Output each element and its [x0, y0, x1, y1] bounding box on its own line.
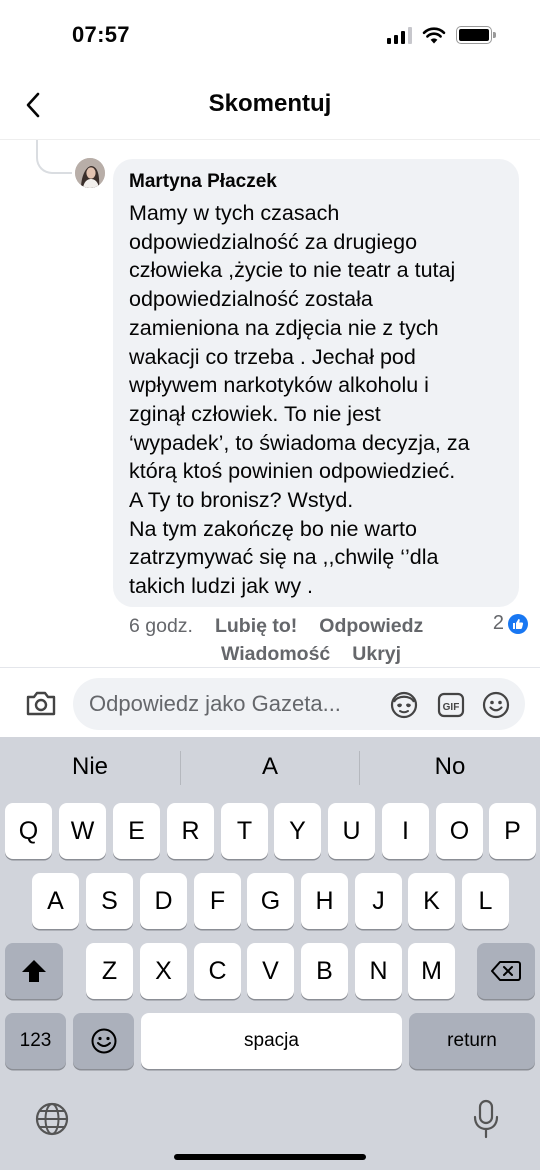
battery-icon [456, 26, 496, 44]
shift-key[interactable] [5, 943, 63, 999]
reply-button[interactable]: Odpowiedz [319, 615, 423, 638]
key-b[interactable]: B [301, 943, 348, 999]
reply-input[interactable]: Odpowiedz jako Gazeta... GIF [73, 678, 525, 730]
key-g[interactable]: G [247, 873, 294, 929]
key-o[interactable]: O [436, 803, 483, 859]
key-k[interactable]: K [408, 873, 455, 929]
space-key[interactable]: spacja [141, 1013, 402, 1069]
key-l[interactable]: L [462, 873, 509, 929]
key-v[interactable]: V [247, 943, 294, 999]
cellular-signal-icon [387, 26, 412, 44]
key-a[interactable]: A [32, 873, 79, 929]
comment-actions: 6 godz. Lubię to! Odpowiedz Wiadomość Uk… [129, 612, 423, 668]
reply-composer: Odpowiedz jako Gazeta... GIF [0, 667, 540, 737]
key-p[interactable]: P [489, 803, 536, 859]
reply-input-placeholder: Odpowiedz jako Gazeta... [89, 691, 341, 716]
key-w[interactable]: W [59, 803, 106, 859]
wifi-icon [422, 27, 446, 44]
hide-button[interactable]: Ukryj [352, 643, 401, 666]
keyboard: Nie A No Q W E R T Y U I O P A S D F G H… [0, 737, 540, 1170]
key-i[interactable]: I [382, 803, 429, 859]
gif-icon[interactable]: GIF [436, 690, 466, 720]
home-indicator [174, 1154, 366, 1160]
key-m[interactable]: M [408, 943, 455, 999]
status-time: 07:57 [72, 22, 130, 47]
key-y[interactable]: Y [274, 803, 321, 859]
microphone-icon[interactable] [472, 1099, 500, 1139]
message-button[interactable]: Wiadomość [221, 643, 330, 666]
key-x[interactable]: X [140, 943, 187, 999]
key-j[interactable]: J [355, 873, 402, 929]
key-e[interactable]: E [113, 803, 160, 859]
camera-icon [26, 691, 56, 716]
key-f[interactable]: F [194, 873, 241, 929]
reaction-summary[interactable]: 2 [493, 612, 528, 635]
status-icons [387, 26, 496, 44]
key-z[interactable]: Z [86, 943, 133, 999]
return-key[interactable]: return [409, 1013, 535, 1069]
key-t[interactable]: T [221, 803, 268, 859]
like-button[interactable]: Lubię to! [215, 615, 297, 638]
emoji-icon[interactable] [481, 690, 511, 720]
camera-button[interactable] [24, 688, 58, 718]
shift-icon [22, 960, 46, 982]
key-s[interactable]: S [86, 873, 133, 929]
key-n[interactable]: N [355, 943, 402, 999]
reaction-count: 2 [492, 612, 504, 634]
emoji-key[interactable] [73, 1013, 134, 1069]
backspace-key[interactable] [477, 943, 535, 999]
key-r[interactable]: R [167, 803, 214, 859]
key-q[interactable]: Q [5, 803, 52, 859]
like-icon [508, 613, 528, 634]
emoji-icon [91, 1028, 116, 1054]
key-d[interactable]: D [140, 873, 187, 929]
key-u[interactable]: U [328, 803, 375, 859]
avatar[interactable] [75, 158, 105, 188]
comment-text: Mamy w tych czasach odpowiedzialność za … [129, 201, 470, 599]
svg-text:GIF: GIF [443, 702, 460, 713]
comment-bubble: Martyna Płaczek Mamy w tych czasach odpo… [113, 159, 519, 607]
page-title: Skomentuj [208, 90, 332, 117]
thread-connector [36, 140, 72, 174]
key-c[interactable]: C [194, 943, 241, 999]
key-h[interactable]: H [301, 873, 348, 929]
suggestion-2[interactable]: A [180, 753, 360, 781]
globe-icon[interactable] [34, 1101, 70, 1137]
suggestion-bar: Nie A No [0, 737, 540, 799]
suggestion-1[interactable]: Nie [0, 753, 180, 781]
suggestion-3[interactable]: No [360, 753, 540, 781]
backspace-icon [491, 961, 521, 981]
numbers-key[interactable]: 123 [5, 1013, 66, 1069]
comment-timestamp: 6 godz. [129, 614, 193, 637]
avatar-sticker-icon[interactable] [389, 690, 419, 720]
comment-author[interactable]: Martyna Płaczek [129, 171, 503, 193]
header: Skomentuj [0, 70, 540, 140]
